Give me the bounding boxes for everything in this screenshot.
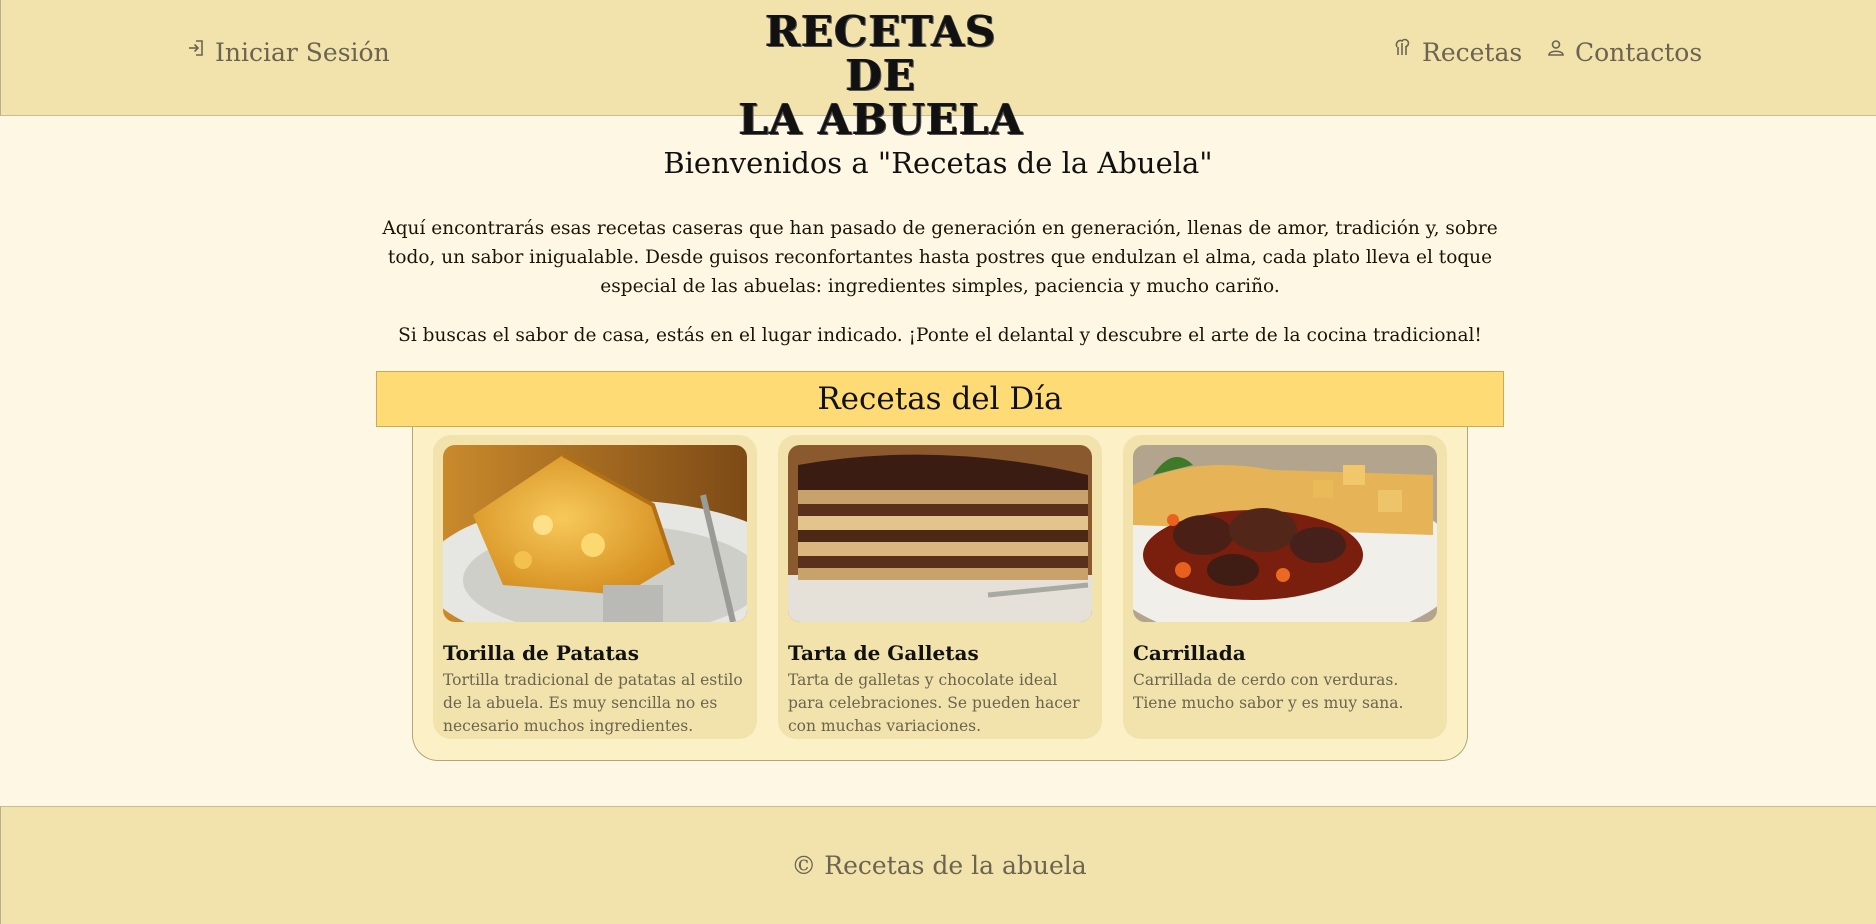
page-title: Bienvenidos a "Recetas de la Abuela": [663, 146, 1213, 180]
tarta-photo[interactable]: [788, 445, 1092, 622]
nav-contactos-label: Contactos: [1575, 38, 1703, 67]
site-header: Iniciar Sesión RECETAS DE LA ABUELA Rece…: [0, 0, 1876, 142]
tortilla-photo[interactable]: [443, 445, 747, 622]
recipe-card-title[interactable]: Torilla de Patatas: [443, 641, 639, 665]
nav-contactos-link[interactable]: Contactos: [1547, 38, 1702, 67]
login-label: Iniciar Sesión: [215, 38, 390, 67]
site-logo[interactable]: RECETAS DE LA ABUELA: [731, 10, 1031, 142]
intro-paragraph-1: Aquí encontrarás esas recetas caseras qu…: [382, 218, 1498, 297]
recipes-of-day-header: Recetas del Día: [376, 371, 1504, 427]
login-link[interactable]: Iniciar Sesión: [187, 38, 390, 67]
intro-paragraph-2: Si buscas el sabor de casa, estás en el …: [398, 325, 1482, 346]
chef-hat-icon: [1394, 34, 1412, 63]
recipe-card-tortilla[interactable]: Torilla de Patatas Tortilla tradicional …: [433, 435, 757, 739]
user-icon: [1547, 34, 1565, 63]
recipe-card-tarta[interactable]: Tarta de Galletas Tarta de galletas y ch…: [778, 435, 1102, 739]
recipe-card-description: Tortilla tradicional de patatas al estil…: [443, 671, 743, 735]
nav-recetas-label: Recetas: [1422, 38, 1523, 67]
site-footer: © Recetas de la abuela: [0, 806, 1876, 924]
recipe-card-description: Carrillada de cerdo con verduras. Tiene …: [1133, 671, 1404, 712]
recipe-cards-container: Torilla de Patatas Tortilla tradicional …: [412, 427, 1468, 761]
logo-line-1: RECETAS DE: [765, 7, 997, 100]
carrillada-photo[interactable]: [1133, 445, 1437, 622]
nav-recetas-link[interactable]: Recetas: [1394, 38, 1522, 67]
copyright-text: © Recetas de la abuela: [791, 851, 1087, 880]
recipes-section-title: Recetas del Día: [817, 381, 1063, 417]
recipe-card-carrillada[interactable]: Carrillada Carrillada de cerdo con verdu…: [1123, 435, 1447, 739]
recipe-card-title[interactable]: Carrillada: [1133, 641, 1246, 665]
recipe-card-title[interactable]: Tarta de Galletas: [788, 641, 979, 665]
logo-line-2: LA ABUELA: [738, 95, 1024, 144]
recipe-card-description: Tarta de galletas y chocolate ideal para…: [788, 671, 1080, 735]
login-arrow-icon: [187, 34, 205, 63]
